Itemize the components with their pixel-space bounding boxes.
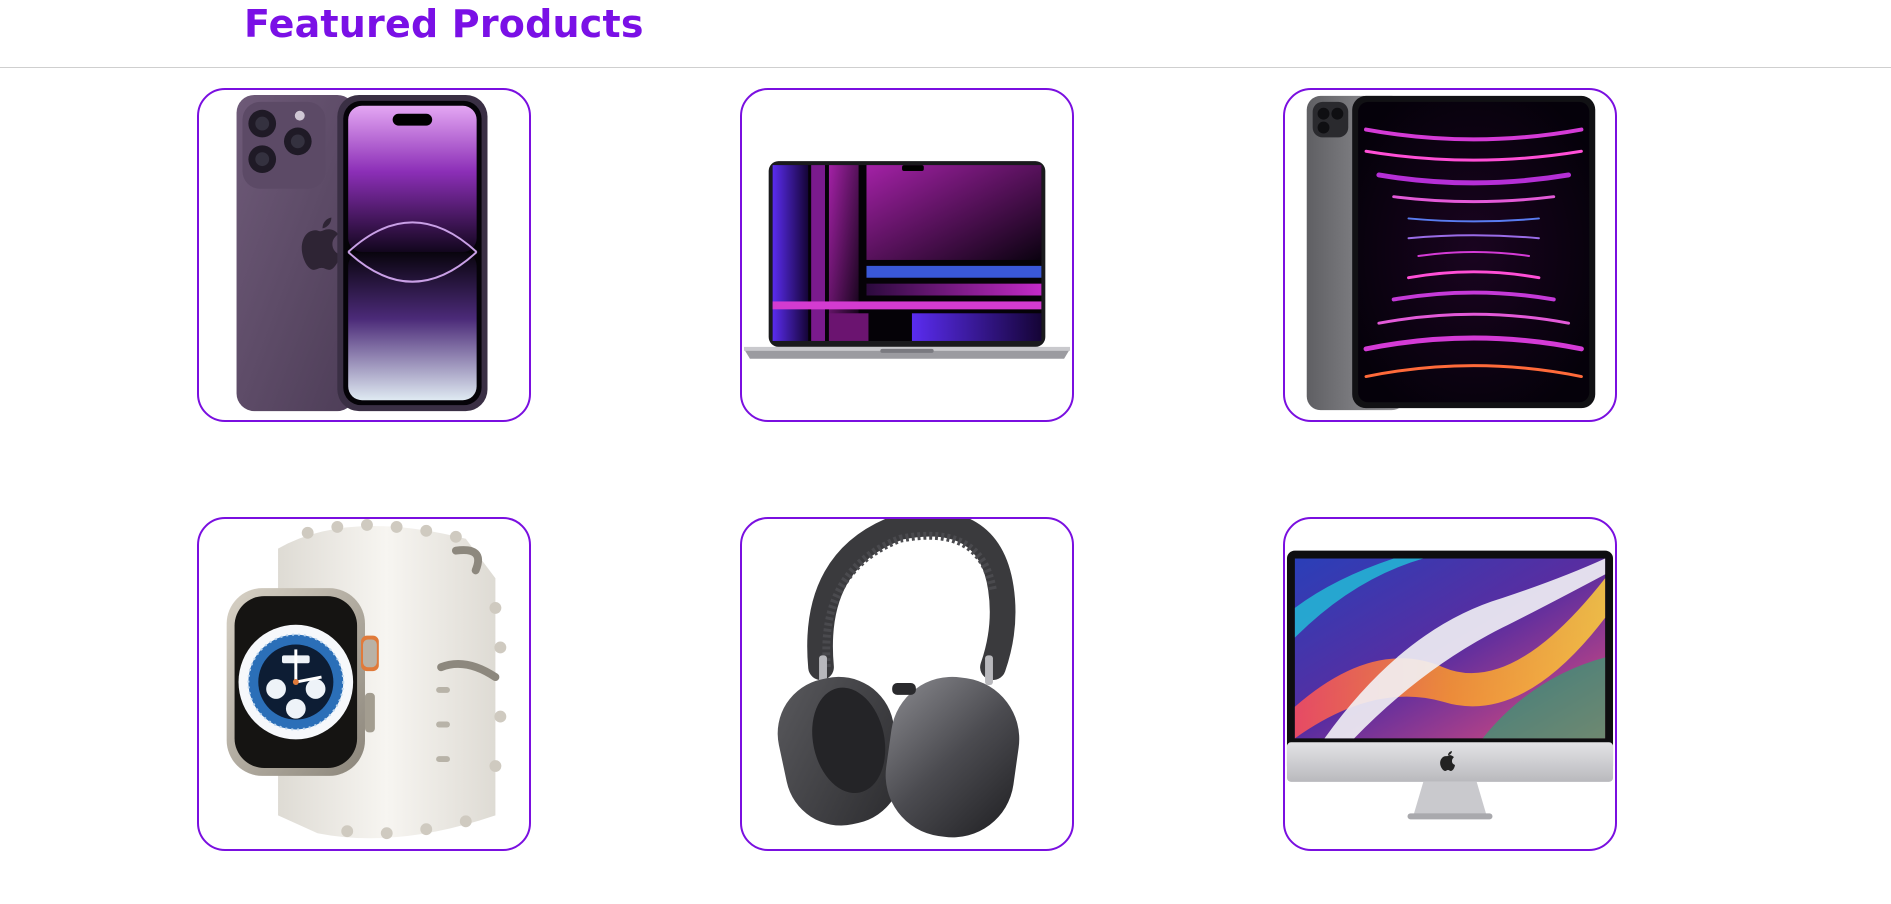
product-card-imac[interactable] bbox=[1283, 517, 1617, 851]
product-card-airpods-max[interactable] bbox=[740, 517, 1074, 851]
section-title: Featured Products bbox=[244, 2, 644, 46]
watch-image bbox=[226, 519, 507, 840]
macbook-image bbox=[743, 161, 1071, 359]
product-card-watch[interactable] bbox=[197, 517, 531, 851]
iphone-image bbox=[236, 94, 488, 412]
product-card-macbook[interactable] bbox=[740, 88, 1074, 422]
imac-image bbox=[1286, 550, 1614, 820]
product-card-iphone[interactable] bbox=[197, 88, 531, 422]
product-card-ipad[interactable] bbox=[1283, 88, 1617, 422]
airpods-max-image bbox=[777, 519, 1020, 838]
header: Featured Products bbox=[0, 0, 1891, 68]
ipad-image bbox=[1306, 95, 1596, 411]
